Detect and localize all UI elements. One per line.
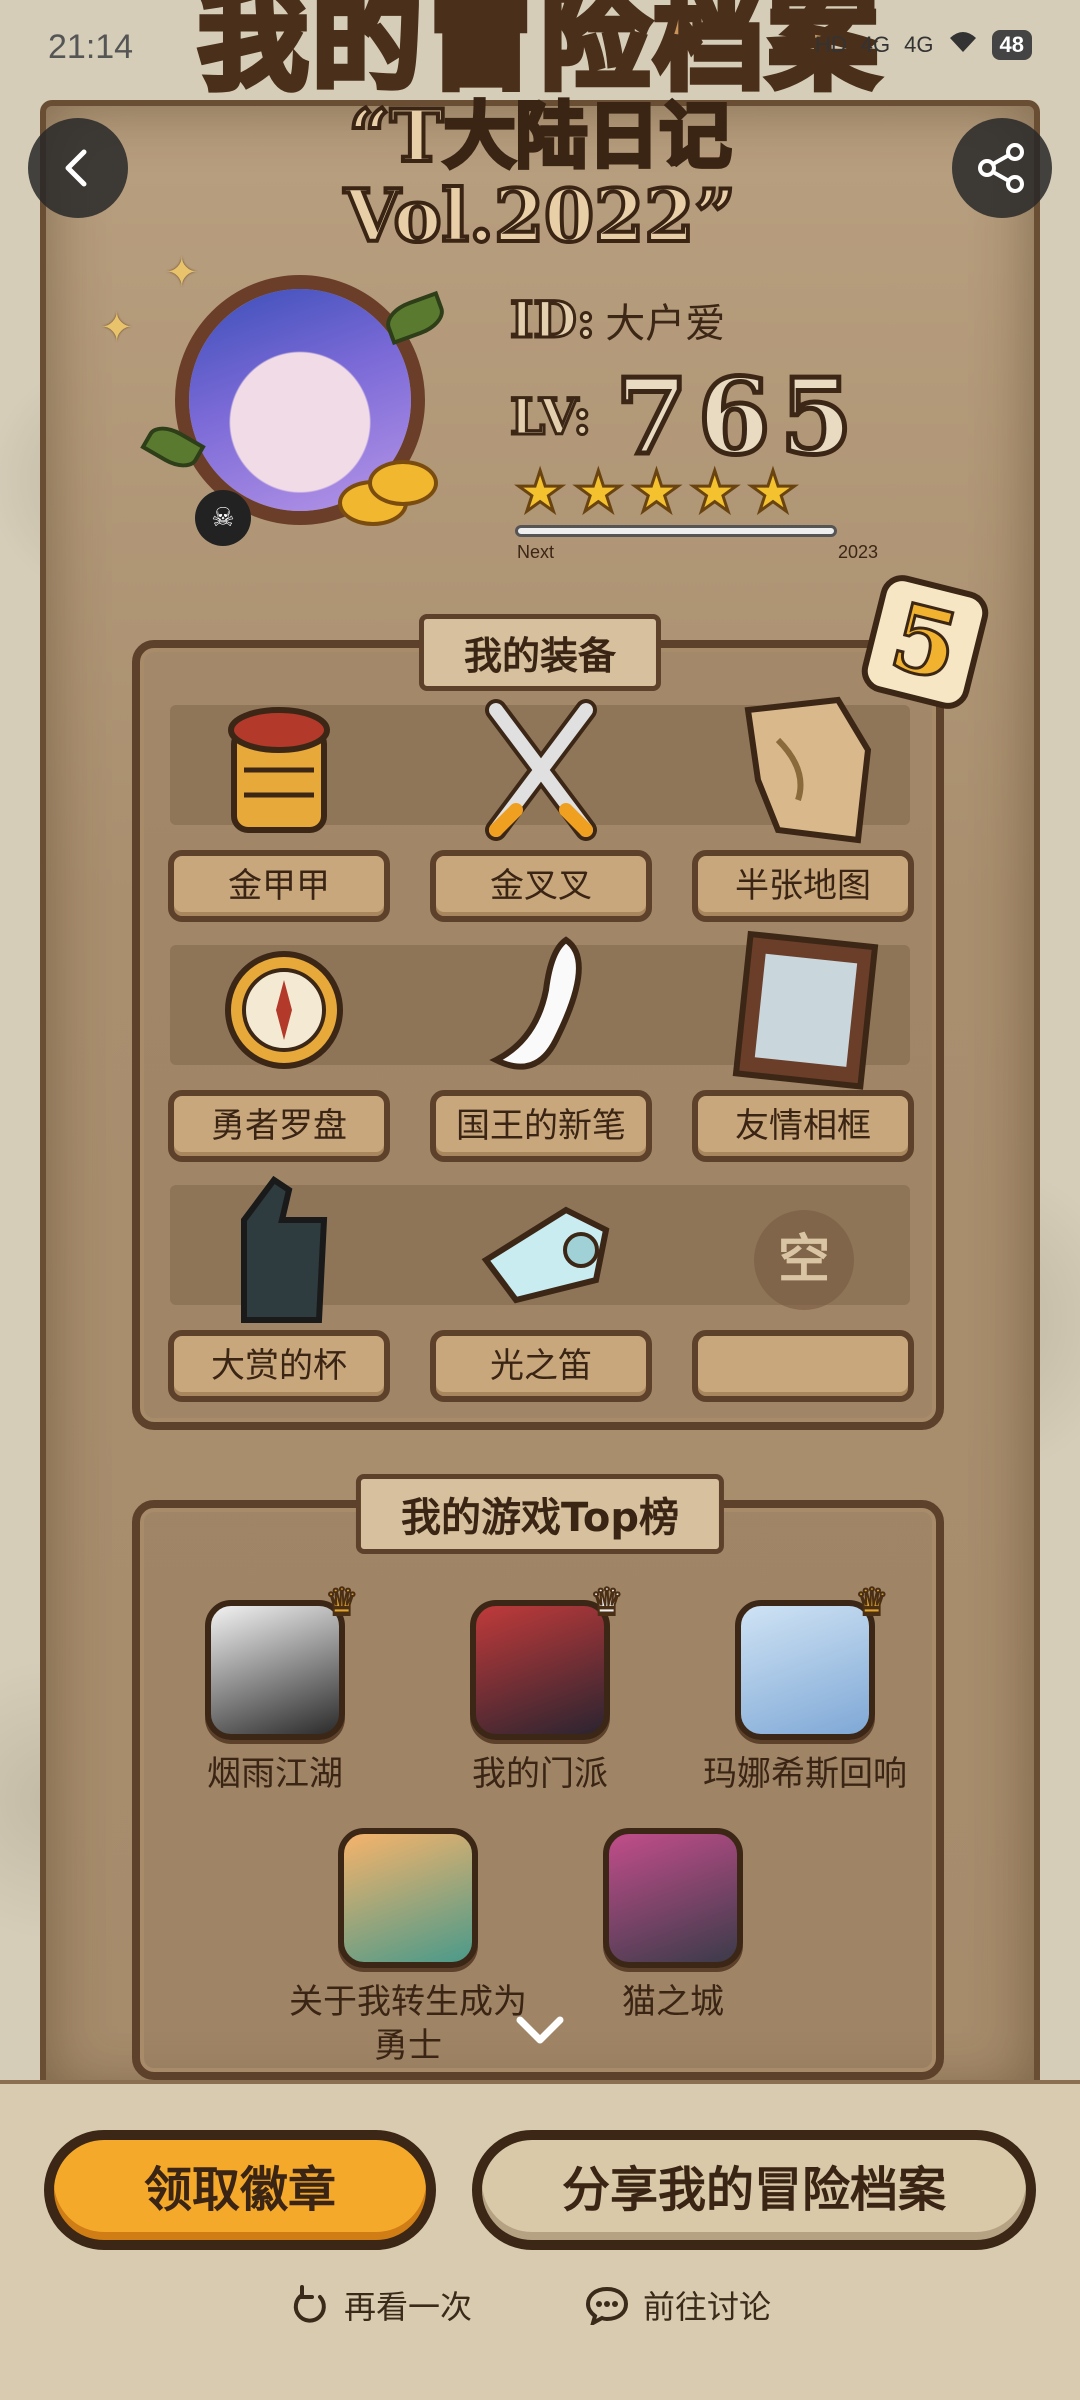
share-profile-button[interactable]: 分享我的冒险档案 bbox=[472, 2130, 1036, 2250]
game-icon: ♛ bbox=[735, 1579, 890, 1740]
username: 大户爱 bbox=[605, 301, 726, 347]
game-item[interactable]: ♛ 烟雨江湖 bbox=[145, 1579, 405, 1796]
equipment-item-label: 友情相框 bbox=[692, 1090, 914, 1162]
thumbs-up-trophy-icon bbox=[241, 1175, 328, 1323]
star-rating: ★ ★ ★ ★ ★ bbox=[513, 460, 799, 525]
battery-indicator: 48 bbox=[991, 30, 1032, 60]
game-icon: ♛ bbox=[205, 1579, 360, 1740]
star-icon: ★ bbox=[513, 460, 566, 525]
photo-frame-icon bbox=[732, 930, 879, 1090]
feather-pen-icon bbox=[489, 936, 582, 1070]
compass-icon bbox=[225, 951, 343, 1069]
progress-year-label: 2023 bbox=[838, 542, 879, 562]
status-bar: 21:14 HD 4G 4G 48 bbox=[0, 0, 1080, 100]
equipment-item-label: 勇者罗盘 bbox=[168, 1090, 390, 1162]
crown-icon: ♛ bbox=[854, 1579, 890, 1625]
star-icon: ★ bbox=[746, 460, 799, 525]
empty-slot-text: 空 bbox=[754, 1210, 854, 1310]
game-icon bbox=[338, 1828, 478, 1968]
level-progress-bar bbox=[515, 525, 837, 537]
game-name: 玛娜希斯回响 bbox=[703, 1754, 907, 1794]
whistle-icon bbox=[481, 1206, 610, 1304]
map-piece-icon bbox=[744, 696, 872, 844]
game-name: 猫之城 bbox=[622, 1982, 724, 2022]
status-indicators: HD 4G 4G 48 bbox=[815, 30, 1032, 60]
equipment-item-label: 金叉叉 bbox=[430, 850, 652, 922]
game-item[interactable]: ♛ 我的门派 bbox=[410, 1579, 670, 1796]
hd-indicator: HD bbox=[815, 32, 847, 57]
chevron-down-icon[interactable] bbox=[512, 2010, 568, 2050]
status-time: 21:14 bbox=[48, 28, 134, 66]
game-icon bbox=[603, 1828, 743, 1968]
profile-id-row: ID: 大户爱 bbox=[508, 289, 726, 351]
star-icon: ★ bbox=[572, 460, 625, 525]
page-subtitle: “T大陆日记 Vol.2022” bbox=[342, 93, 738, 258]
replay-link[interactable]: 再看一次 bbox=[290, 2282, 472, 2328]
coins-icon bbox=[338, 460, 448, 530]
discuss-link[interactable]: 前往讨论 bbox=[585, 2282, 771, 2328]
back-button[interactable] bbox=[28, 118, 128, 218]
equipment-item-label: 半张地图 bbox=[692, 850, 914, 922]
equipment-title: 我的装备 bbox=[418, 614, 662, 691]
sparkle-icon: ✦ bbox=[165, 250, 199, 296]
gold-armor-icon bbox=[228, 707, 330, 833]
game-name: 我的门派 bbox=[472, 1754, 608, 1794]
crown-icon: ♛ bbox=[324, 1579, 360, 1625]
replay-icon bbox=[293, 2285, 326, 2323]
game-name: 关于我转生成为勇士 bbox=[289, 1982, 527, 2066]
game-item[interactable]: 猫之城 bbox=[543, 1828, 803, 2024]
crown-icon: ♛ bbox=[589, 1579, 625, 1625]
wifi-icon bbox=[948, 30, 978, 60]
equipment-item-label: 金甲甲 bbox=[168, 850, 390, 922]
fork-icon bbox=[485, 699, 597, 841]
equipment-item-label: 大赏的杯 bbox=[168, 1330, 390, 1402]
games-title: 我的游戏Top榜 bbox=[355, 1474, 725, 1554]
game-icon: ♛ bbox=[470, 1579, 625, 1740]
chat-bubble-icon bbox=[585, 2286, 629, 2325]
id-label: ID: bbox=[508, 289, 596, 351]
signal-icon-2: 4G bbox=[904, 32, 934, 57]
discuss-label: 前往讨论 bbox=[643, 2288, 772, 2326]
progress-next-label: Next bbox=[517, 542, 555, 562]
share-button[interactable] bbox=[952, 118, 1052, 218]
equipment-item-label: 光之笛 bbox=[430, 1330, 652, 1402]
sparkle-icon: ✦ bbox=[100, 305, 134, 351]
claim-badge-button[interactable]: 领取徽章 bbox=[44, 2130, 436, 2250]
equipment-item-label bbox=[692, 1330, 914, 1402]
replay-label: 再看一次 bbox=[344, 2288, 473, 2326]
chevron-left-icon bbox=[65, 149, 87, 187]
game-item[interactable]: ♛ 玛娜希斯回响 bbox=[675, 1579, 935, 1796]
star-icon: ★ bbox=[630, 460, 683, 525]
equipment-item-label: 国王的新笔 bbox=[430, 1090, 652, 1162]
game-item[interactable]: 关于我转生成为勇士 bbox=[278, 1828, 538, 2068]
game-name: 烟雨江湖 bbox=[207, 1754, 343, 1794]
signal-icon: 4G bbox=[860, 32, 891, 57]
star-icon: ★ bbox=[688, 460, 741, 525]
level-label: LV: bbox=[508, 386, 592, 448]
share-icon bbox=[978, 143, 1024, 193]
bomb-icon: ☠ bbox=[195, 490, 251, 546]
